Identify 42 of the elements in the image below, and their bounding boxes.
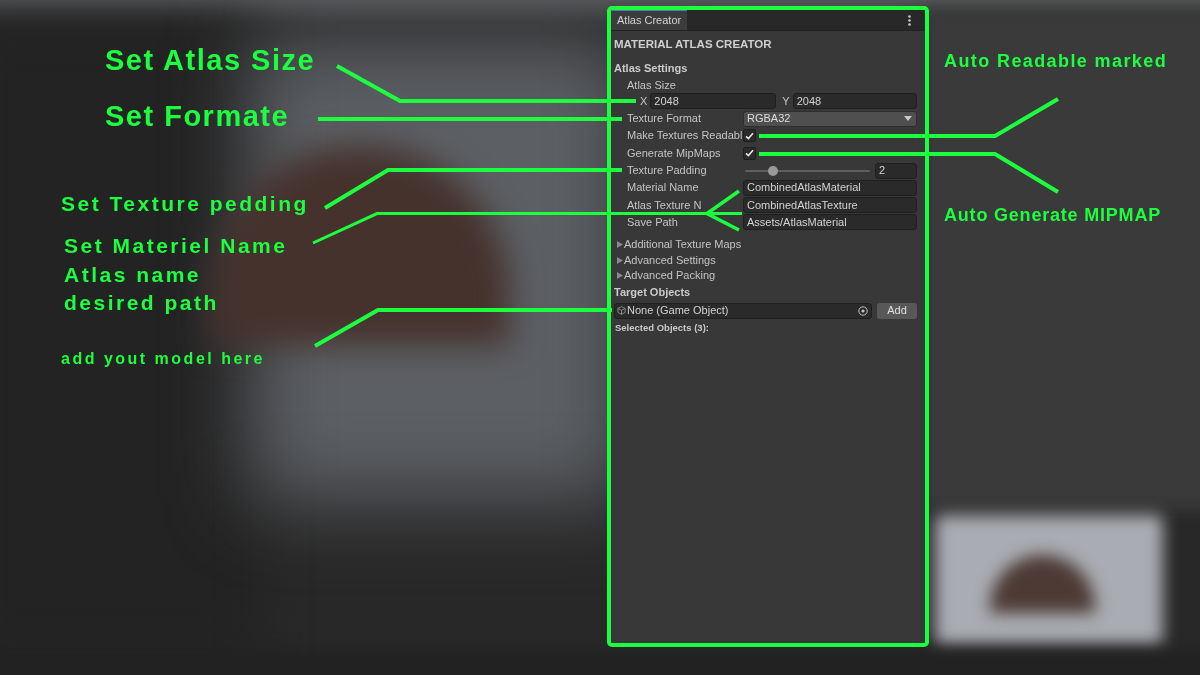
number-field[interactable]: 2048 [650, 93, 777, 109]
slider-thumb[interactable] [768, 165, 778, 176]
annotation-text: Auto Readable marked [944, 52, 1168, 70]
panel-title: MATERIAL ATLAS CREATOR [614, 38, 772, 51]
foldout[interactable]: Advanced Settings [617, 254, 716, 266]
object-field[interactable]: None (Game Object) [614, 302, 872, 319]
field-label: Atlas Texture N [627, 199, 702, 211]
checkbox[interactable] [743, 146, 756, 160]
slider-track[interactable] [745, 165, 870, 176]
text-field[interactable]: CombinedAtlasTexture [743, 197, 917, 214]
axis-label: Y [782, 95, 790, 107]
number-field[interactable]: 2048 [792, 93, 917, 109]
kebab-menu-icon[interactable] [908, 15, 911, 26]
text-field[interactable]: CombinedAtlasMaterial [743, 179, 917, 196]
annotation-text: add yout model here [61, 351, 265, 367]
dropdown[interactable]: RGBA32 [743, 110, 917, 127]
checkbox[interactable] [743, 129, 756, 143]
foldout[interactable]: Advanced Packing [617, 270, 716, 282]
text-field[interactable]: Assets/AtlasMaterial [743, 214, 917, 231]
annotation-text: Auto Generate MIPMAP [944, 206, 1162, 224]
panel-tab[interactable]: Atlas Creator [611, 10, 688, 30]
field-label: Texture Format [627, 113, 701, 125]
section-heading: Target Objects [614, 287, 691, 299]
section-heading: Atlas Settings [614, 62, 688, 74]
field-label: Material Name [627, 182, 699, 194]
add-button[interactable]: Add [877, 302, 917, 319]
cube-icon [617, 306, 626, 316]
annotation-text: Set Formate [105, 102, 290, 131]
foldout[interactable]: Additional Texture Maps [617, 239, 742, 251]
selection-count-label: Selected Objects (3): [615, 322, 709, 333]
field-label: Texture Padding [627, 165, 707, 177]
field-label: Atlas Size [627, 79, 676, 91]
annotation-text: Set Materiel Name Atlas name desired path [64, 233, 288, 316]
field-label: Make Textures Readabl [627, 130, 743, 142]
caret-icon [904, 116, 912, 122]
field-label: Generate MipMaps [627, 147, 721, 159]
field-label: Save Path [627, 216, 678, 228]
target-icon[interactable] [858, 305, 868, 316]
number-field[interactable]: 2 [875, 162, 917, 179]
axis-label: X [640, 95, 648, 107]
annotation-text: Set Atlas Size [105, 46, 316, 75]
annotation-text: Set Texture pedding [61, 193, 309, 214]
